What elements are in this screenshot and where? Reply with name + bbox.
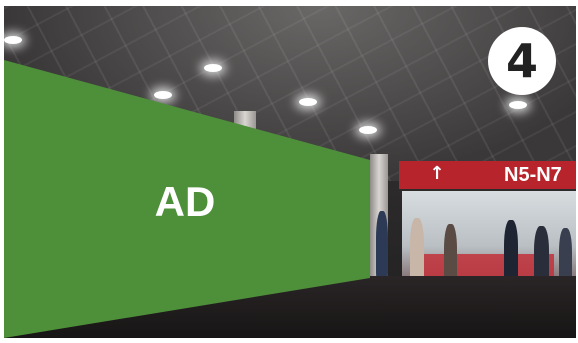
ad-label: AD [154, 178, 216, 225]
number-badge: 4 [488, 27, 556, 95]
photo-frame: ↑ N5-N7 AD 4 [0, 0, 578, 343]
